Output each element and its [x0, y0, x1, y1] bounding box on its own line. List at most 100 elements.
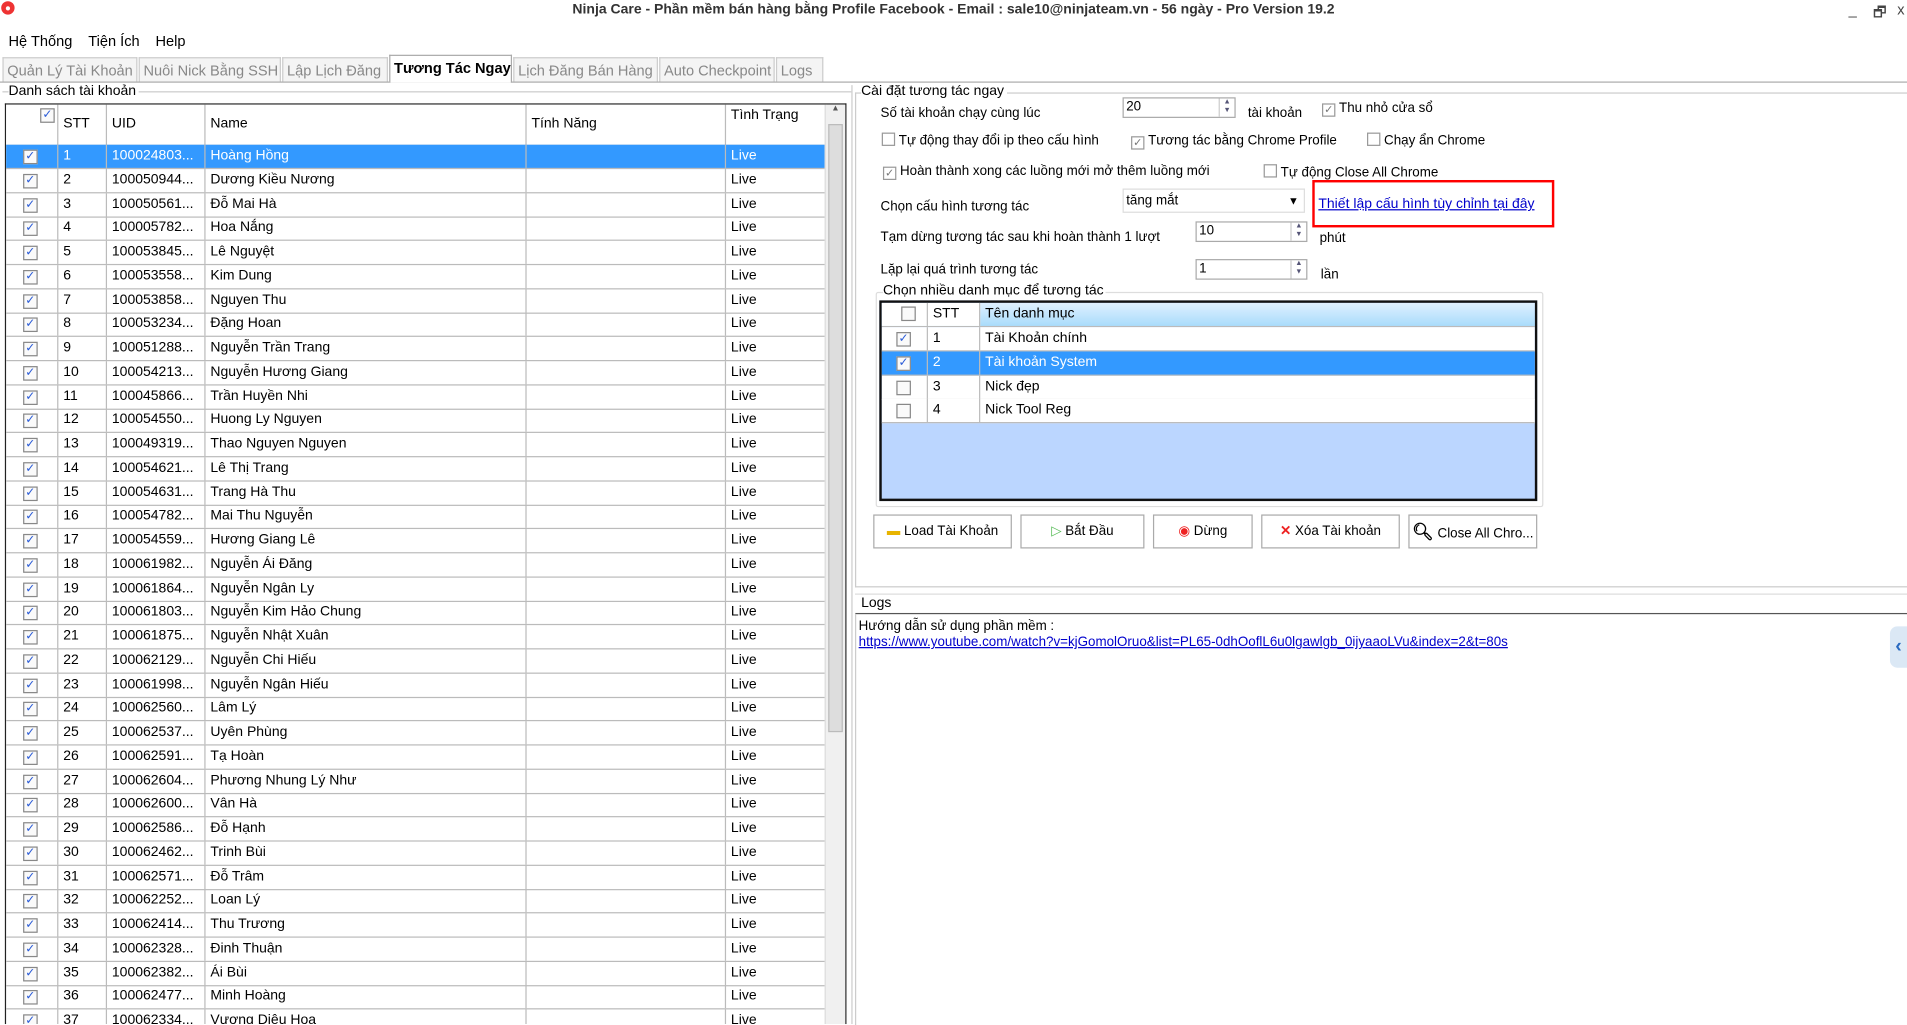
- row-checkbox[interactable]: ✓: [23, 437, 38, 453]
- row-checkbox[interactable]: ✓: [23, 678, 38, 693]
- minimize-button[interactable]: _: [1849, 1, 1857, 18]
- row-checkbox[interactable]: ✓: [23, 774, 38, 789]
- table-row[interactable]: ✓ 28 100062600... Vân Hà Live: [6, 793, 828, 818]
- table-row[interactable]: ✓ 4 100005782... Hoa Nắng Live: [6, 216, 828, 242]
- concurrent-spinner[interactable]: ▲ ▼: [1218, 98, 1235, 117]
- table-row[interactable]: ✓ 34 100062328... Đinh Thuận Live: [6, 937, 828, 962]
- table-row[interactable]: ✓ 12 100054550... Huong Ly Nguyen Live: [6, 408, 828, 434]
- table-row[interactable]: ✓ 21 100061875... Nguyễn Nhật Xuân Live: [6, 625, 828, 650]
- custom-config-link[interactable]: Thiết lập cấu hình tùy chỉnh tại đây: [1318, 197, 1534, 212]
- category-row[interactable]: ✓ 1 Tài Khoản chính: [881, 327, 1535, 352]
- row-checkbox[interactable]: ✓: [23, 413, 38, 429]
- tab-lap-lich-dang[interactable]: Lập Lịch Đăng: [282, 57, 388, 82]
- tab-lich-dang-ban-hang[interactable]: Lịch Đăng Bán Hàng: [513, 57, 658, 82]
- category-checkbox[interactable]: [896, 380, 911, 395]
- row-checkbox[interactable]: ✓: [23, 581, 38, 597]
- table-row[interactable]: ✓ 36 100062477... Minh Hoàng Live: [6, 985, 828, 1010]
- row-checkbox[interactable]: ✓: [23, 149, 38, 165]
- tab-logs[interactable]: Logs: [775, 57, 824, 82]
- table-row[interactable]: ✓ 33 100062414... Thu Trương Live: [6, 913, 828, 938]
- table-row[interactable]: ✓ 26 100062591... Tạ Hoàn Live: [6, 745, 828, 770]
- col-stt[interactable]: STT: [927, 302, 981, 326]
- tab-nuoi-nick-ssh[interactable]: Nuôi Nick Bằng SSH: [138, 57, 281, 82]
- row-checkbox[interactable]: ✓: [23, 846, 38, 861]
- col-uid[interactable]: UID: [107, 104, 206, 145]
- menu-tien-ich[interactable]: Tiện Ích: [88, 33, 139, 50]
- table-row[interactable]: ✓ 16 100054782... Mai Thu Nguyễn Live: [6, 505, 828, 530]
- table-row[interactable]: ✓ 7 100053858... Nguyen Thu Live: [6, 288, 828, 314]
- menu-he-thong[interactable]: Hệ Thống: [9, 33, 73, 50]
- table-row[interactable]: ✓ 9 100051288... Nguyễn Trần Trang Live: [6, 336, 828, 362]
- row-checkbox[interactable]: ✓: [23, 702, 38, 717]
- col-name[interactable]: Name: [206, 104, 527, 145]
- table-row[interactable]: ✓ 24 100062560... Lâm Lý Live: [6, 697, 828, 722]
- category-checkbox[interactable]: ✓: [896, 356, 911, 371]
- row-checkbox[interactable]: ✓: [23, 654, 38, 669]
- pause-input[interactable]: 10 ▲ ▼: [1195, 221, 1308, 243]
- table-row[interactable]: ✓ 27 100062604... Phương Nhung Lý Như Live: [6, 769, 828, 794]
- chevron-left-icon[interactable]: ‹: [1889, 626, 1907, 668]
- logs-youtube-link[interactable]: https://www.youtube.com/watch?v=kjGomolO…: [859, 635, 1508, 650]
- tab-auto-checkpoint[interactable]: Auto Checkpoint: [659, 57, 775, 82]
- restore-button[interactable]: 🗗: [1873, 1, 1887, 27]
- logs-textbox[interactable]: Hướng dẫn sử dụng phần mềm : https://www…: [854, 612, 1907, 1025]
- row-checkbox[interactable]: ✓: [23, 317, 38, 333]
- col-tinh-nang[interactable]: Tính Năng: [527, 104, 727, 145]
- panel-splitter[interactable]: [851, 85, 853, 1025]
- pause-spinner[interactable]: ▲ ▼: [1290, 222, 1306, 241]
- table-row[interactable]: ✓ 35 100062382... Ái Bùi Live: [6, 961, 828, 986]
- row-checkbox[interactable]: ✓: [23, 221, 38, 237]
- table-row[interactable]: ✓ 14 100054621... Lê Thị Trang Live: [6, 456, 828, 482]
- row-checkbox[interactable]: ✓: [23, 918, 38, 933]
- category-row[interactable]: ✓ 2 Tài khoản System: [881, 351, 1535, 376]
- row-checkbox[interactable]: ✓: [23, 894, 38, 909]
- close-button[interactable]: x: [1897, 1, 1904, 18]
- row-checkbox[interactable]: ✓: [23, 173, 38, 189]
- table-row[interactable]: ✓ 19 100061864... Nguyễn Ngân Ly Live: [6, 577, 828, 602]
- row-checkbox[interactable]: ✓: [23, 485, 38, 501]
- tab-tuong-tac-ngay[interactable]: Tương Tác Ngay: [389, 54, 513, 83]
- table-row[interactable]: ✓ 3 100050561... Đỗ Mai Hà Live: [6, 192, 828, 218]
- concurrent-input[interactable]: 20 ▲ ▼: [1122, 97, 1236, 118]
- repeat-input[interactable]: 1 ▲ ▼: [1195, 259, 1308, 280]
- hide-chrome-checkbox[interactable]: Chạy ẩn Chrome: [1367, 132, 1485, 148]
- table-row[interactable]: ✓ 15 100054631... Trang Hà Thu Live: [6, 481, 828, 506]
- row-checkbox[interactable]: ✓: [23, 966, 38, 981]
- config-select[interactable]: tăng mắt ▼: [1122, 188, 1305, 213]
- row-checkbox[interactable]: ✓: [23, 341, 38, 357]
- row-checkbox[interactable]: ✓: [23, 245, 38, 261]
- row-checkbox[interactable]: ✓: [23, 990, 38, 1005]
- auto-change-ip-checkbox[interactable]: Tự động thay đổi ip theo cấu hình: [881, 132, 1099, 148]
- table-row[interactable]: ✓ 22 100062129... Nguyễn Chi Hiếu Live: [6, 649, 828, 674]
- start-button[interactable]: ▷ Bắt Đầu: [1020, 514, 1145, 549]
- load-accounts-button[interactable]: ▬ Load Tài Khoản: [873, 514, 1012, 549]
- row-checkbox[interactable]: ✓: [23, 365, 38, 381]
- table-row[interactable]: ✓ 17 100054559... Hương Giang Lê Live: [6, 529, 828, 554]
- category-row[interactable]: 3 Nick đẹp: [881, 375, 1535, 400]
- scrollbar-thumb[interactable]: [828, 124, 843, 733]
- row-checkbox[interactable]: ✓: [23, 461, 38, 477]
- table-row[interactable]: ✓ 30 100062462... Trinh Bùi Live: [6, 841, 828, 866]
- table-row[interactable]: ✓ 1 100024803... Hoàng Hồng Live: [6, 144, 828, 170]
- table-row[interactable]: ✓ 13 100049319... Thao Nguyen Nguyen Live: [6, 432, 828, 458]
- stop-button[interactable]: ◉ Dừng: [1152, 514, 1253, 549]
- table-row[interactable]: ✓ 23 100061998... Nguyễn Ngân Hiếu Live: [6, 673, 828, 698]
- select-all-checkbox[interactable]: ✓: [40, 108, 55, 123]
- accounts-scrollbar[interactable]: ▲: [824, 104, 846, 1025]
- row-checkbox[interactable]: ✓: [23, 293, 38, 309]
- row-checkbox[interactable]: ✓: [23, 557, 38, 573]
- table-row[interactable]: ✓ 32 100062252... Loan Lý Live: [6, 889, 828, 914]
- row-checkbox[interactable]: ✓: [23, 750, 38, 765]
- table-row[interactable]: ✓ 20 100061803... Nguyễn Kim Hảo Chung Live: [6, 601, 828, 626]
- table-row[interactable]: ✓ 2 100050944... Dương Kiều Nương Live: [6, 168, 828, 194]
- delete-accounts-button[interactable]: ✕ Xóa Tài khoản: [1261, 514, 1400, 549]
- row-checkbox[interactable]: ✓: [23, 197, 38, 213]
- row-checkbox[interactable]: ✓: [23, 726, 38, 741]
- col-tinh-trang[interactable]: Tình Trạng: [726, 105, 827, 145]
- row-checkbox[interactable]: ✓: [23, 533, 38, 549]
- chrome-profile-checkbox[interactable]: ✓ Tương tác bằng Chrome Profile: [1131, 134, 1337, 150]
- row-checkbox[interactable]: ✓: [23, 1014, 38, 1025]
- row-checkbox[interactable]: ✓: [23, 629, 38, 645]
- table-row[interactable]: ✓ 6 100053558... Kim Dung Live: [6, 264, 828, 290]
- row-checkbox[interactable]: ✓: [23, 605, 38, 621]
